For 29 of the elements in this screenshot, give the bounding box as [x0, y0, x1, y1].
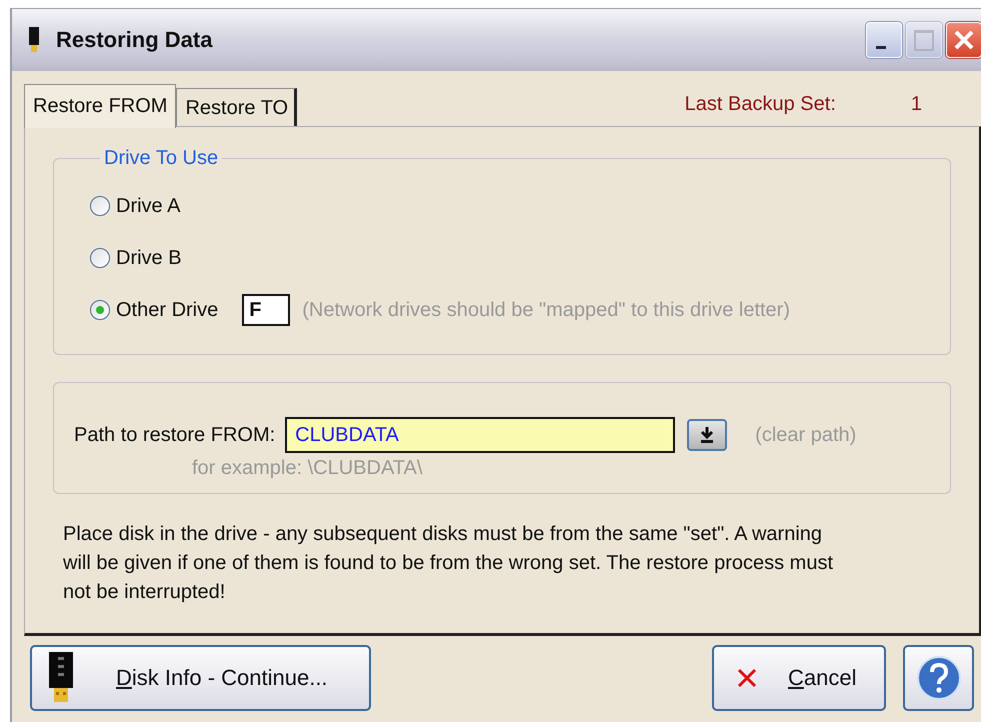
- cancel-button[interactable]: Cancel: [712, 645, 886, 711]
- download-button[interactable]: [687, 419, 728, 451]
- path-example: for example: \CLUBDATA\: [192, 457, 424, 480]
- radio-label[interactable]: Other Drive: [116, 298, 218, 322]
- radio-label[interactable]: Drive B: [116, 246, 182, 270]
- instruction-text: Place disk in the drive - any subsequent disks must be from the same "set". A warning will be given if one of them is found to be from the wrong set. The restore process must not be interrupted!: [63, 522, 834, 605]
- radio-button[interactable]: [90, 248, 110, 268]
- group-legend: Drive To Use: [100, 147, 222, 170]
- drive-letter-field[interactable]: F: [242, 294, 290, 326]
- drive-note: (Network drives should be "mapped" to this drive letter): [302, 298, 790, 322]
- close-button[interactable]: [946, 22, 981, 58]
- tab[interactable]: Restore FROM: [24, 84, 176, 128]
- path-label: Path to restore FROM:: [74, 424, 276, 446]
- help-button[interactable]: [903, 645, 974, 711]
- disk-info-continue-button[interactable]: Disk Info - Continue...: [30, 645, 371, 711]
- window-title: Restoring Data: [56, 27, 212, 53]
- radio-label[interactable]: Drive A: [116, 194, 180, 218]
- download-icon: [699, 426, 716, 444]
- last-backup-value: 1: [910, 93, 922, 116]
- tab[interactable]: Restore TO: [176, 88, 298, 126]
- cross-icon: [736, 667, 758, 689]
- radio-button[interactable]: [90, 300, 110, 320]
- path-field[interactable]: CLUBDATA: [285, 417, 676, 453]
- help-icon: [916, 655, 962, 701]
- radio-button[interactable]: [90, 196, 110, 216]
- usb-drive-icon: [28, 27, 40, 53]
- last-backup-label: Last Backup Set:: [684, 93, 836, 116]
- minimize-button[interactable]: [866, 22, 902, 58]
- usb-drive-icon: [48, 652, 74, 704]
